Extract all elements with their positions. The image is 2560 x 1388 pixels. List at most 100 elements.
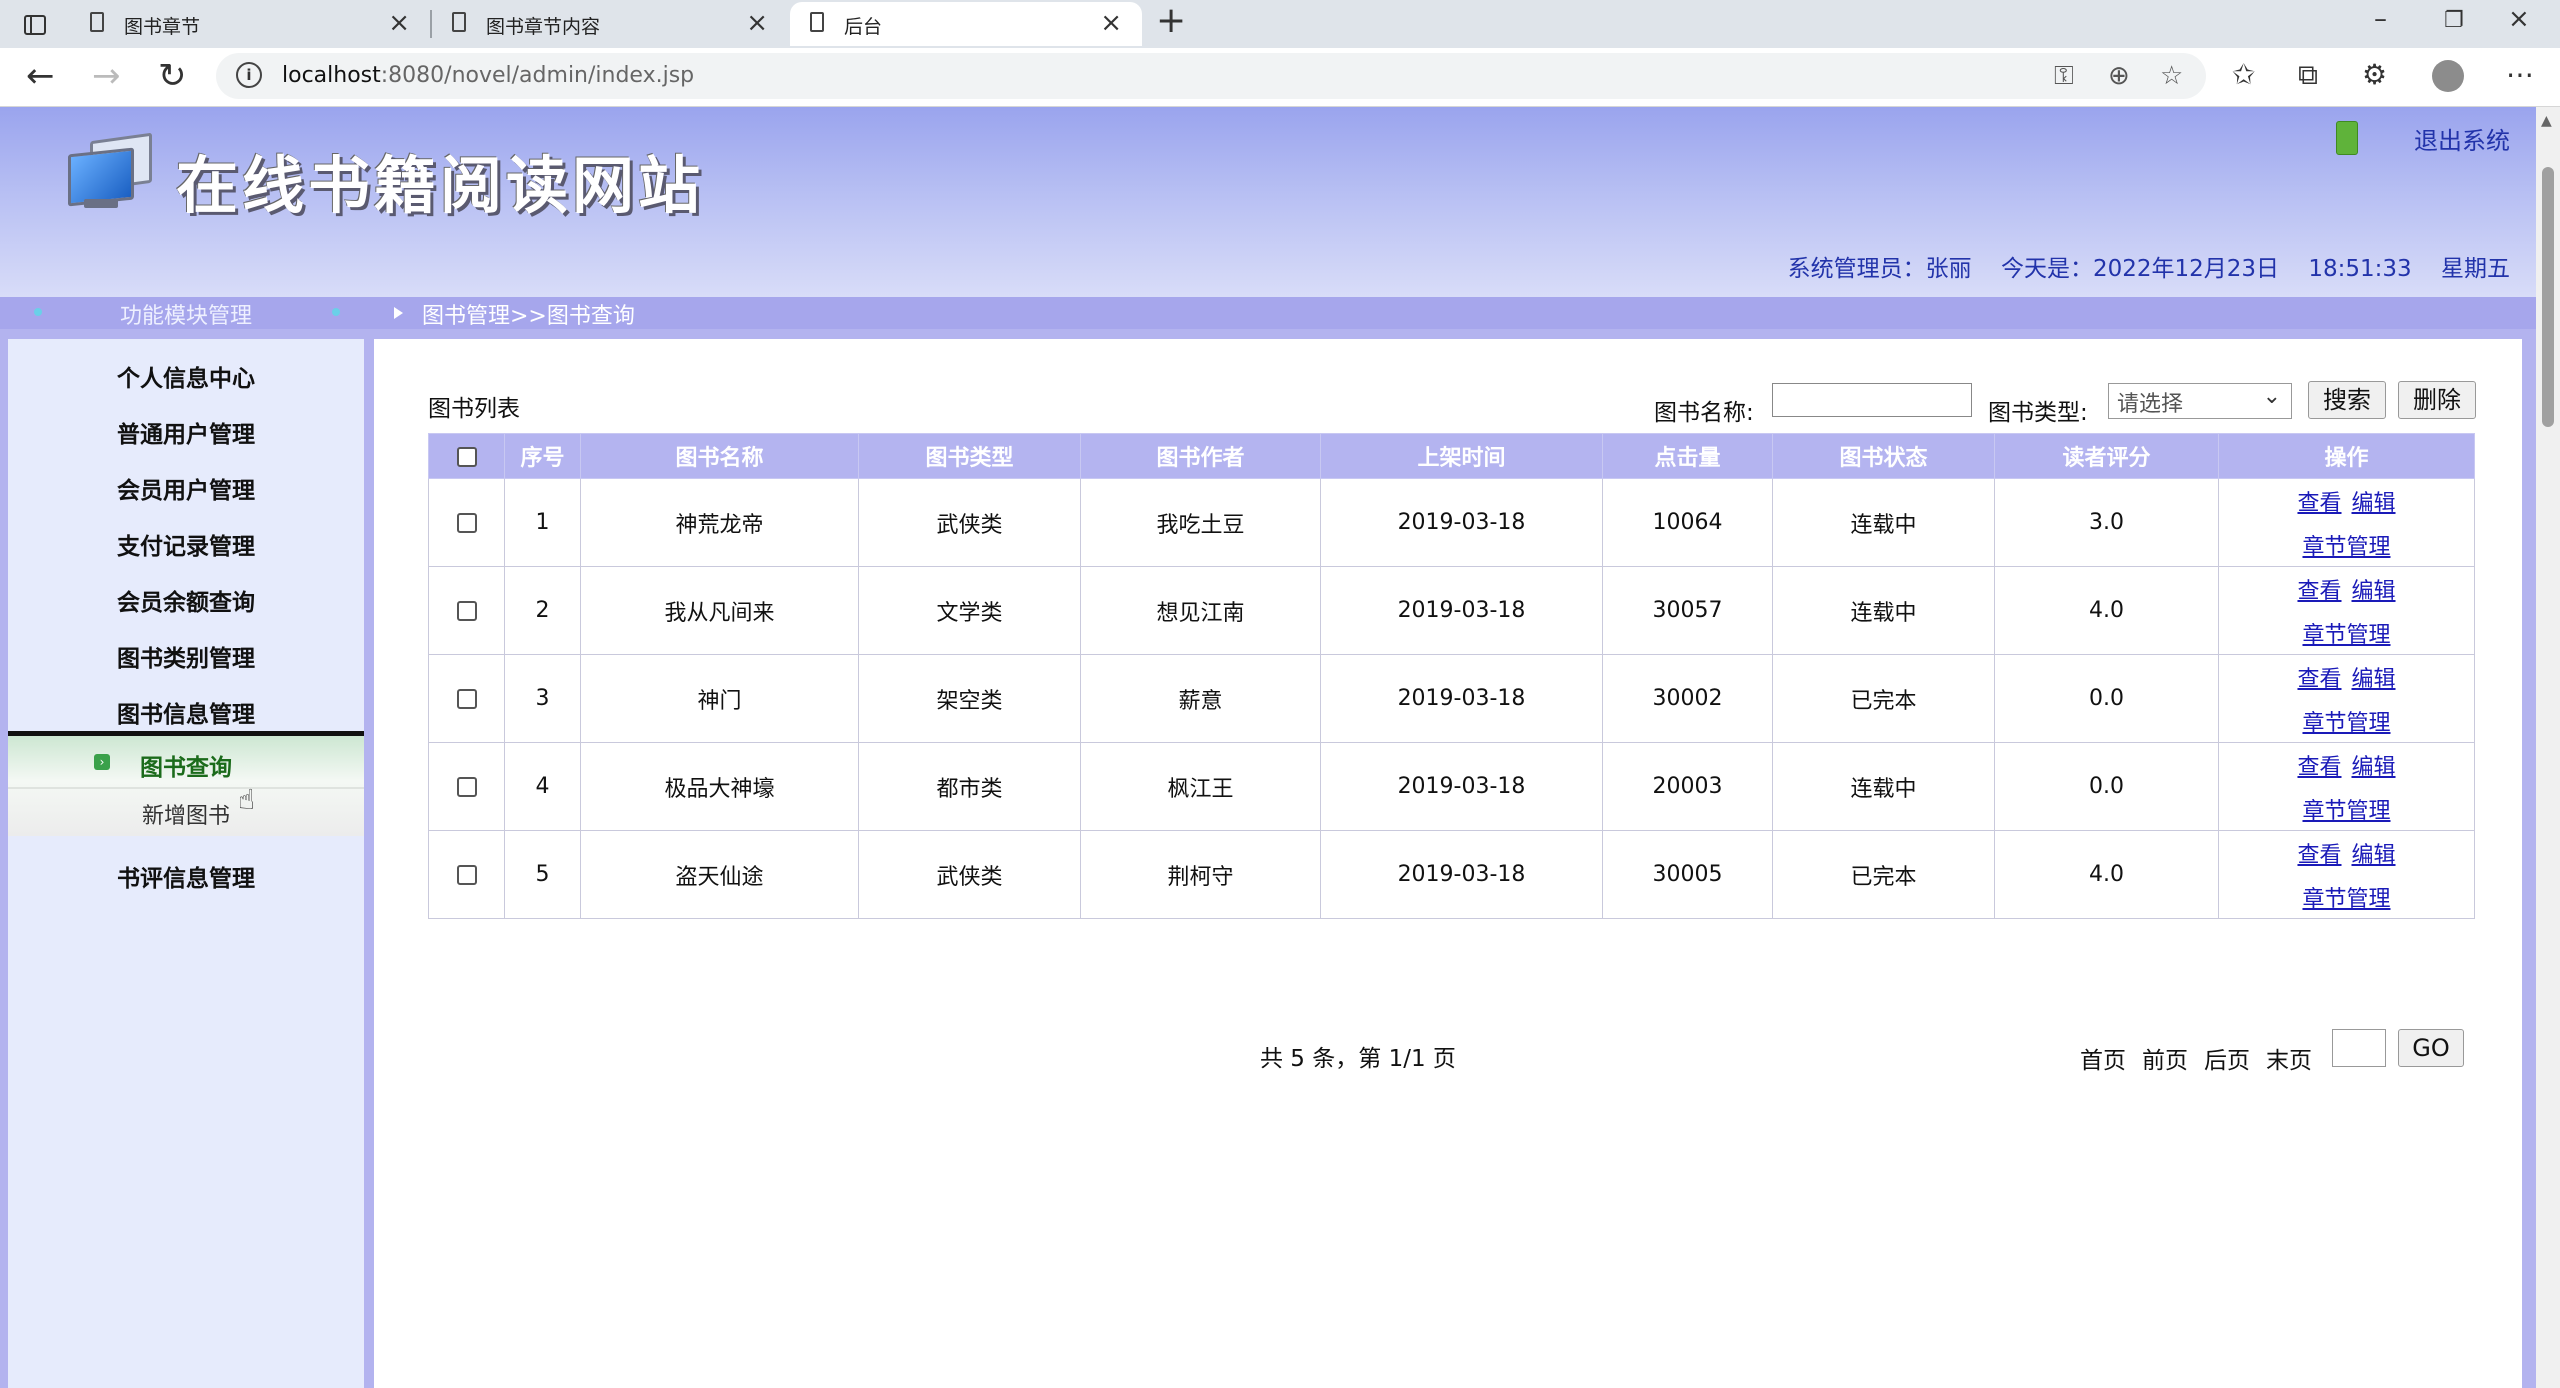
chapter-manage-link[interactable]: 章节管理 (2302, 535, 2390, 560)
tab-actions-icon[interactable] (22, 12, 46, 36)
zoom-icon[interactable]: ⊕ (2108, 61, 2130, 91)
close-icon[interactable]: × (1100, 8, 1122, 38)
cell-operations: 查看 编辑 章节管理 (2218, 478, 2475, 567)
site-header: 在线书籍阅读网站 退出系统 系统管理员：张丽 今天是：2022年12月23日 1… (0, 107, 2536, 297)
last-page-link[interactable]: 末页 (2266, 1048, 2312, 1074)
sidebar-item-personal-info[interactable]: 个人信息中心 (8, 359, 364, 393)
edit-link[interactable]: 编辑 (2352, 843, 2396, 868)
browser-tab-2[interactable]: 图书章节内容 × (432, 2, 788, 46)
browser-tab-3-active[interactable]: 后台 × (790, 2, 1142, 46)
edit-link[interactable]: 编辑 (2352, 579, 2396, 604)
logout-link[interactable]: 退出系统 (2414, 121, 2510, 156)
edit-link[interactable]: 编辑 (2352, 667, 2396, 692)
window-close-icon[interactable]: × (2508, 4, 2530, 34)
view-link[interactable]: 查看 (2297, 579, 2341, 604)
scroll-up-icon[interactable]: ▲ (2541, 113, 2552, 129)
add-favorite-icon[interactable]: ☆ (2160, 61, 2183, 91)
row-select-cell (428, 830, 505, 919)
breadcrumb-arrow-icon (394, 307, 403, 319)
row-select-cell (428, 742, 505, 831)
table-row: 5 盗天仙途 武侠类 荆柯守 2019-03-18 30005 已完本 4.0 … (428, 830, 2475, 919)
sidebar-item-book-info[interactable]: 图书信息管理 (8, 695, 364, 729)
row-checkbox[interactable] (456, 689, 477, 709)
sidebar-item-payment-records[interactable]: 支付记录管理 (8, 527, 364, 561)
admin-page: 在线书籍阅读网站 退出系统 系统管理员：张丽 今天是：2022年12月23日 1… (0, 107, 2536, 1388)
column-header: 图书名称 (580, 433, 859, 479)
edit-link[interactable]: 编辑 (2352, 491, 2396, 516)
dot-icon (332, 308, 340, 316)
exit-door-icon[interactable] (2336, 121, 2358, 155)
extensions-icon[interactable]: ⚙ (2362, 58, 2387, 91)
sidebar-item-normal-users[interactable]: 普通用户管理 (8, 415, 364, 449)
cell-score: 4.0 (1994, 566, 2219, 655)
submenu-item-book-query[interactable]: 图书查询 (8, 748, 364, 782)
tab-title: 图书章节 (124, 16, 201, 38)
weekday: 星期五 (2441, 256, 2510, 282)
cell-name: 神门 (580, 654, 859, 743)
cell-status: 连载中 (1772, 742, 1995, 831)
cell-operations: 查看 编辑 章节管理 (2218, 830, 2475, 919)
browser-tab-1[interactable]: 图书章节 × (70, 2, 430, 46)
go-button[interactable]: GO (2398, 1029, 2464, 1067)
new-tab-icon[interactable]: + (1156, 0, 1186, 41)
tab-title: 后台 (844, 16, 883, 38)
prev-page-link[interactable]: 前页 (2142, 1048, 2188, 1074)
book-table: 序号 图书名称 图书类型 图书作者 上架时间 点击量 图书状态 读者评分 操作 … (428, 433, 2475, 919)
back-icon[interactable]: ← (26, 56, 55, 96)
view-link[interactable]: 查看 (2297, 843, 2341, 868)
chapter-manage-link[interactable]: 章节管理 (2302, 799, 2390, 824)
url-text[interactable]: localhost:8080/novel/admin/index.jsp (282, 63, 694, 88)
cell-score: 0.0 (1994, 742, 2219, 831)
forward-icon[interactable]: → (92, 56, 121, 96)
sidebar-item-member-balance[interactable]: 会员余额查询 (8, 583, 364, 617)
site-info-icon[interactable]: i (236, 62, 262, 88)
more-menu-icon[interactable]: ⋯ (2506, 58, 2534, 91)
sidebar-item-book-categories[interactable]: 图书类别管理 (8, 639, 364, 673)
cell-date: 2019-03-18 (1320, 654, 1603, 743)
sidebar: 个人信息中心 普通用户管理 会员用户管理 支付记录管理 会员余额查询 图书类别管… (8, 339, 364, 1388)
profile-avatar[interactable] (2432, 60, 2464, 92)
cell-author: 荆柯守 (1080, 830, 1321, 919)
restore-icon[interactable]: ❐ (2444, 8, 2464, 33)
search-button[interactable]: 搜索 (2308, 381, 2386, 419)
reload-icon[interactable]: ↻ (158, 56, 187, 96)
row-checkbox[interactable] (456, 777, 477, 797)
minimize-icon[interactable]: – (2374, 4, 2387, 34)
chapter-manage-link[interactable]: 章节管理 (2302, 623, 2390, 648)
book-type-select[interactable]: 请选择 ⌄ (2108, 383, 2292, 419)
view-link[interactable]: 查看 (2297, 755, 2341, 780)
row-checkbox[interactable] (456, 865, 477, 885)
delete-button[interactable]: 删除 (2398, 381, 2476, 419)
cell-no: 5 (504, 830, 581, 919)
select-all-checkbox[interactable] (456, 446, 477, 467)
first-page-link[interactable]: 首页 (2080, 1048, 2126, 1074)
favorites-icon[interactable]: ✩ (2232, 58, 2255, 91)
chapter-manage-link[interactable]: 章节管理 (2302, 711, 2390, 736)
view-link[interactable]: 查看 (2297, 491, 2341, 516)
book-name-input[interactable] (1772, 383, 1972, 417)
sidebar-item-member-users[interactable]: 会员用户管理 (8, 471, 364, 505)
cell-operations: 查看 编辑 章节管理 (2218, 566, 2475, 655)
key-icon[interactable]: ⚿ (2054, 61, 2074, 92)
list-title: 图书列表 (428, 396, 520, 422)
row-checkbox[interactable] (456, 601, 477, 621)
table-header-row: 序号 图书名称 图书类型 图书作者 上架时间 点击量 图书状态 读者评分 操作 (428, 433, 2475, 479)
cell-name: 我从凡间来 (580, 566, 859, 655)
close-icon[interactable]: × (388, 8, 410, 38)
cell-clicks: 30002 (1602, 654, 1773, 743)
address-bar[interactable]: i localhost:8080/novel/admin/index.jsp ⚿… (216, 53, 2206, 99)
cell-operations: 查看 编辑 章节管理 (2218, 742, 2475, 831)
scroll-thumb[interactable] (2542, 167, 2554, 427)
vertical-scrollbar[interactable]: ▲ (2536, 107, 2560, 1388)
sidebar-item-book-reviews[interactable]: 书评信息管理 (8, 859, 364, 893)
chapter-manage-link[interactable]: 章节管理 (2302, 887, 2390, 912)
view-link[interactable]: 查看 (2297, 667, 2341, 692)
submenu-item-add-book[interactable]: 新增图书 (8, 798, 364, 830)
edit-link[interactable]: 编辑 (2352, 755, 2396, 780)
next-page-link[interactable]: 后页 (2204, 1048, 2250, 1074)
collections-icon[interactable]: ⧉ (2298, 58, 2318, 92)
address-toolbar: ← → ↻ i localhost:8080/novel/admin/index… (0, 48, 2560, 107)
row-checkbox[interactable] (456, 513, 477, 533)
page-number-input[interactable] (2332, 1029, 2386, 1067)
close-icon[interactable]: × (746, 8, 768, 38)
